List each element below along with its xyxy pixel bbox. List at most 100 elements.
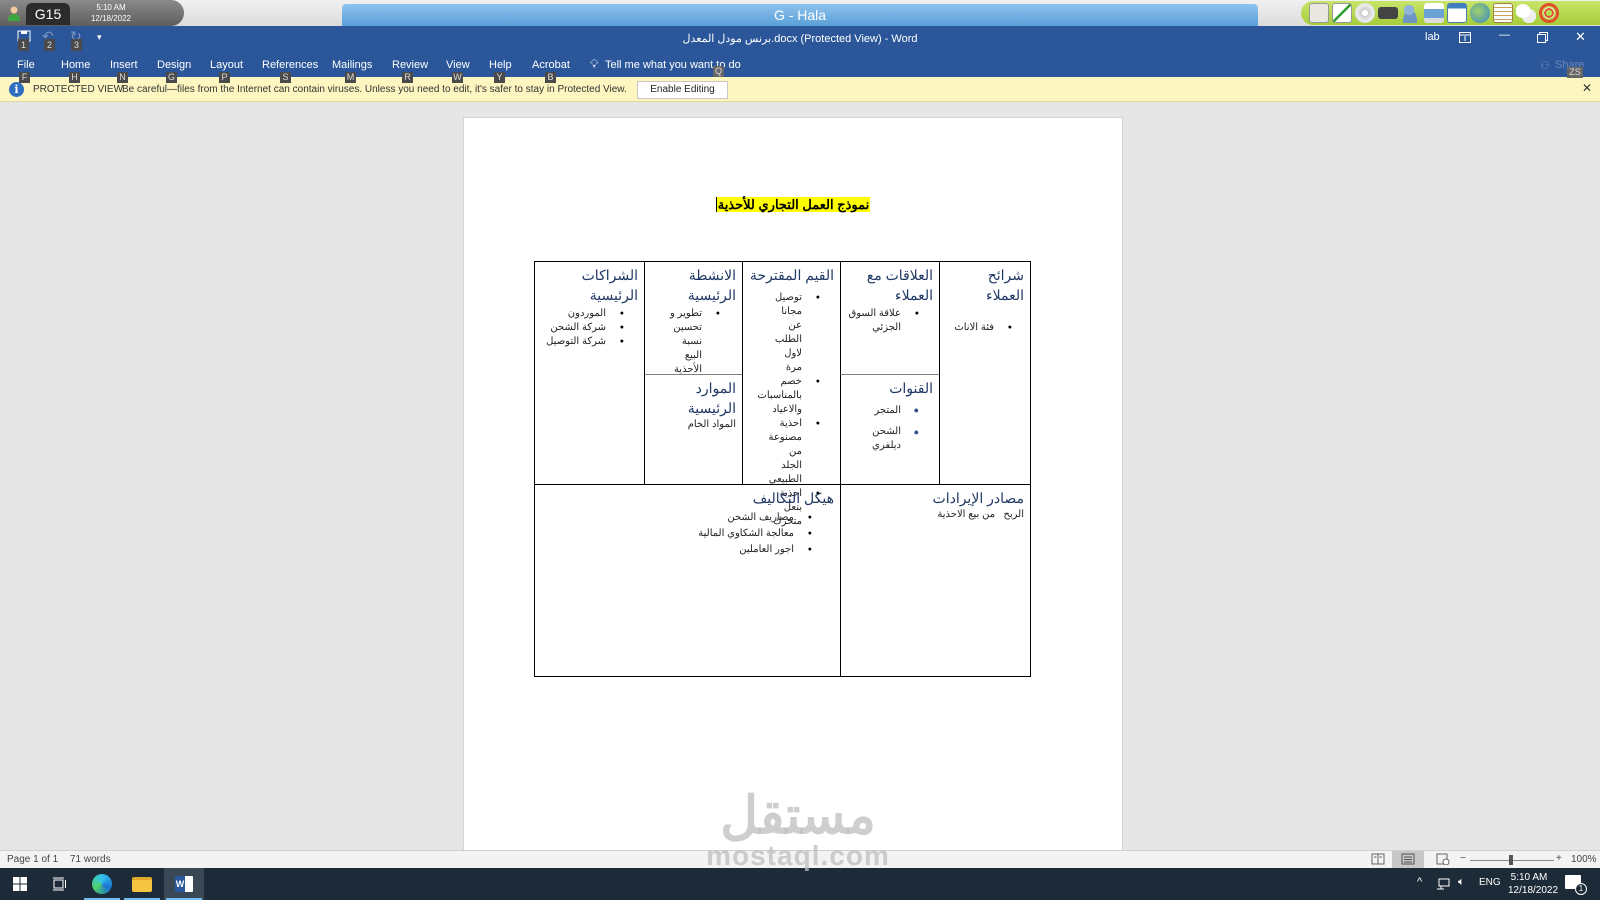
value-propositions-cell: القيم المقترحة توصيل مجانا عن الطلب لاول… [742, 262, 840, 527]
disc-icon[interactable] [1355, 3, 1375, 23]
tab-insert[interactable]: Insert [110, 59, 138, 71]
tab-file[interactable]: File [17, 59, 35, 71]
document-page: نموذج العمل التجاري للأحذية شرائح العملا… [463, 117, 1123, 857]
notification-badge: 1 [1575, 883, 1587, 895]
close-icon[interactable]: ✕ [1582, 81, 1592, 95]
zoom-in-button[interactable]: + [1556, 853, 1562, 864]
zoom-out-button[interactable]: − [1460, 853, 1466, 864]
notebook-icon[interactable] [1493, 3, 1513, 23]
chart-icon[interactable] [1332, 3, 1352, 23]
language-indicator[interactable]: ENG [1479, 877, 1501, 888]
list-item: معالجة الشكاوي المالية [541, 526, 816, 542]
tab-acrobat[interactable]: Acrobat [532, 59, 570, 71]
list-item: الشحن ديلفري [847, 425, 923, 453]
list-item: مصاريف الشحن [541, 510, 816, 526]
scanner-icon[interactable] [1378, 7, 1398, 19]
list-item: تطوير و تحسين نسبة البيع الأحذية [666, 307, 724, 377]
tab-help[interactable]: Help [489, 59, 512, 71]
clock-time: 5:10 AM [1510, 872, 1548, 883]
word-icon: W [175, 876, 193, 892]
task-view-button[interactable] [40, 868, 80, 900]
keytip: Q [713, 66, 724, 77]
user-icon[interactable] [6, 5, 22, 21]
session-label[interactable]: G15 [26, 3, 70, 25]
page-count[interactable]: Page 1 of 1 [7, 854, 58, 865]
ribbon-tabs: File F Home H Insert N Design G Layout P… [0, 52, 1600, 83]
cell-heading: مصادر الإيرادات [932, 490, 1024, 506]
lifebuoy-icon[interactable] [1539, 3, 1559, 23]
protected-view-label: PROTECTED VIEW [33, 84, 124, 95]
tab-mailings[interactable]: Mailings [332, 59, 372, 71]
word-count[interactable]: 71 words [70, 854, 111, 865]
key-partners-cell: الشراكات الرئيسية الموردون شركة الشحن شر… [535, 262, 644, 484]
channels-cell: القنوات المتجر الشحن ديلفري [840, 374, 940, 484]
tab-review[interactable]: Review [392, 59, 428, 71]
list-item: فئة الاناث [946, 321, 1016, 335]
tab-design[interactable]: Design [157, 59, 191, 71]
restore-icon[interactable] [1537, 32, 1548, 43]
print-layout-button[interactable] [1392, 851, 1424, 869]
info-icon: i [9, 82, 24, 97]
session-panel: G15 5:10 AM 12/18/2022 [0, 0, 184, 26]
cabinet-icon[interactable] [1309, 3, 1329, 23]
keytip: W [452, 72, 463, 83]
show-hidden-icons[interactable]: ^ [1417, 876, 1422, 888]
close-icon[interactable]: ✕ [1575, 29, 1586, 45]
zoom-slider-thumb[interactable] [1509, 855, 1513, 865]
share-icon[interactable]: ⚇ [1540, 59, 1550, 72]
enable-editing-button[interactable]: Enable Editing [637, 81, 728, 99]
word-taskbar-button[interactable]: W [164, 868, 204, 900]
list-item: علاقة السوق الجزئي [847, 307, 923, 335]
print-layout-icon [1401, 853, 1415, 865]
edge-taskbar-button[interactable] [82, 868, 122, 900]
session-clock: 5:10 AM 12/18/2022 [84, 2, 138, 24]
windows-icon [13, 877, 27, 891]
web-layout-icon[interactable] [1436, 853, 1450, 865]
session-date: 12/18/2022 [90, 14, 132, 23]
globe-icon[interactable] [1470, 3, 1490, 23]
window-icon[interactable] [1447, 3, 1467, 23]
start-button[interactable] [0, 868, 40, 900]
list-item: المتجر [847, 400, 923, 421]
remote-toolbar [1301, 1, 1600, 25]
tab-view[interactable]: View [446, 59, 470, 71]
user-name[interactable]: lab [1425, 31, 1440, 43]
keytip: R [402, 72, 413, 83]
chat-icon[interactable] [1516, 3, 1536, 23]
clock[interactable]: 5:10 AM 12/18/2022 [1508, 871, 1558, 897]
tab-references[interactable]: References [262, 59, 318, 71]
protected-view-bar: i PROTECTED VIEW Be careful—files from t… [0, 77, 1600, 102]
keytip: B [545, 72, 556, 83]
edge-icon [92, 874, 112, 894]
ribbon-display-options-icon[interactable] [1459, 32, 1471, 43]
key-resources-cell: الموارد الرئيسية المواد الخام [644, 374, 742, 484]
network-icon[interactable] [1436, 878, 1450, 890]
keytip: H [69, 72, 80, 83]
cell-heading: القيم المقترحة [749, 267, 834, 283]
customer-segments-cell: شرائح العملاء فئة الاناث [940, 262, 1030, 484]
volume-icon[interactable]: 🔈︎ [1458, 876, 1465, 889]
read-mode-icon[interactable] [1371, 853, 1385, 865]
keytip: F [19, 72, 30, 83]
document-title: برنس مودل المعدل.docx (Protected View) -… [682, 33, 918, 45]
keytip: G [166, 72, 177, 83]
cell-heading: العلاقات مع العملاء [866, 267, 933, 303]
keytip: ZS [1567, 67, 1583, 78]
lightbulb-icon: 💡︎ [590, 57, 599, 71]
document-heading: نموذج العمل التجاري للأحذية [464, 196, 1122, 214]
customer-relationships-cell: العلاقات مع العملاء علاقة السوق الجزئي [840, 262, 940, 374]
keytip: Y [494, 72, 505, 83]
revenue-streams-cell: مصادر الإيرادات الربح من بيع الاحذية [840, 484, 1030, 676]
list-item: توصيل مجانا عن الطلب لاول مرة [770, 291, 824, 375]
zoom-level[interactable]: 100% [1571, 854, 1597, 865]
tab-layout[interactable]: Layout [210, 59, 243, 71]
explorer-taskbar-button[interactable] [122, 868, 162, 900]
minimize-icon[interactable]: — [1499, 29, 1510, 41]
tab-home[interactable]: Home [61, 59, 90, 71]
folder-icon [132, 877, 152, 892]
status-bar: Page 1 of 1 71 words − + 100% [0, 850, 1600, 869]
cell-heading: هيكل التكاليف [752, 490, 834, 506]
printer-icon[interactable] [1424, 3, 1444, 23]
document-area: نموذج العمل التجاري للأحذية شرائح العملا… [0, 102, 1600, 857]
users-icon[interactable] [1401, 3, 1421, 23]
